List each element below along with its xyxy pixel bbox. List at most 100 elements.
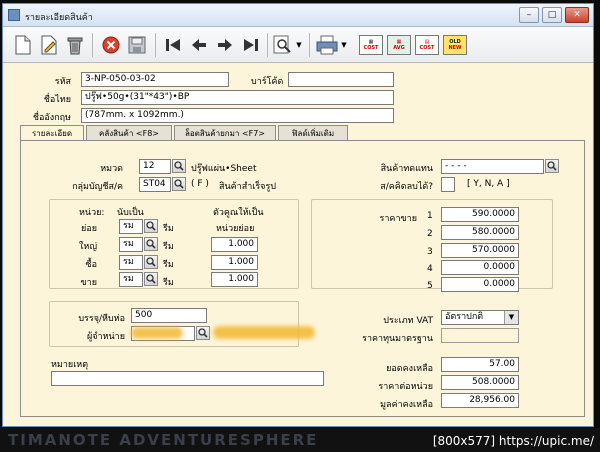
unit-row-search-button[interactable] (144, 255, 158, 269)
tab-warehouse[interactable]: คลังสินค้า <F8> (86, 125, 172, 141)
unit-row-field[interactable]: รม (119, 255, 143, 270)
search-icon (146, 257, 156, 267)
category-name: ปรู๊ฟแผ่น•Sheet (191, 164, 257, 174)
substitute-search-button[interactable] (545, 159, 559, 173)
minimize-button[interactable]: – (519, 7, 539, 23)
unit-row-name: รีม (163, 242, 174, 252)
maximize-button[interactable]: □ (542, 7, 562, 23)
price-index: 4 (427, 264, 433, 274)
unit-cost-field: 508.0000 (441, 375, 519, 390)
last-icon[interactable] (239, 33, 263, 57)
calc-field[interactable] (441, 177, 455, 192)
thai-name-field[interactable]: ปรู๊ฟ•50g•(31"*43")•BP (81, 90, 394, 105)
price-field[interactable]: 590.0000 (441, 207, 519, 222)
calc-hint: [ Y, N, A ] (467, 179, 510, 189)
unit-row-field[interactable]: รม (119, 219, 143, 234)
multiplier-field[interactable]: 1.000 (211, 255, 258, 270)
price-field[interactable]: 570.0000 (441, 243, 519, 258)
eng-name-label: ชื่ออังกฤษ (32, 113, 71, 123)
price-field[interactable]: 580.0000 (441, 225, 519, 240)
standard-price-label: ราคาทุนมาตรฐาน (362, 334, 433, 344)
save-icon[interactable] (125, 33, 149, 57)
unit-row-name: รีม (163, 224, 174, 234)
search-icon (547, 161, 557, 171)
total-value-field: 28,956.00 (441, 393, 519, 408)
search-icon[interactable] (271, 33, 295, 57)
unit-row-search-button[interactable] (144, 219, 158, 233)
unit-row-field[interactable]: รม (119, 272, 143, 287)
account-group-label: กลุ่มบัญชีส/ค (72, 182, 123, 192)
price-index: 1 (427, 211, 433, 221)
price-field[interactable]: 0.0000 (441, 277, 519, 292)
unit-row-search-button[interactable] (144, 272, 158, 286)
tab-extra-fields[interactable]: ฟิลด์เพิ่มเติม (278, 125, 348, 141)
redacted-supplier (131, 327, 183, 339)
search-icon (146, 274, 156, 284)
unit-row-search-button[interactable] (144, 237, 158, 251)
account-group-search-button[interactable] (172, 177, 186, 191)
substitute-label: สินค้าทดแทน (380, 164, 433, 174)
pack-field[interactable]: 500 (131, 308, 207, 323)
image-credit: [800x577] https://upic.me/ (432, 434, 594, 448)
window-title: รายละเอียดสินค้า (25, 13, 93, 23)
barcode-label: บาร์โค้ด (251, 77, 284, 87)
old-new-icon[interactable]: OLD NEW (443, 35, 467, 55)
supplier-label: ผู้จำหน่าย (86, 332, 125, 342)
unit-cost-label: ราคาต่อหน่วย (378, 382, 433, 392)
count-header: นับเป็น (117, 208, 144, 218)
barcode-field[interactable] (288, 72, 394, 87)
account-group-code-field[interactable]: ST04 (139, 177, 171, 192)
unit-row-label: ย่อย (81, 224, 97, 234)
app-icon (8, 9, 20, 21)
multiplier-field[interactable]: 1.000 (211, 237, 258, 252)
print-dropdown-icon[interactable]: ▼ (339, 33, 349, 57)
substitute-field[interactable]: - - - - (441, 159, 544, 174)
supplier-search-button[interactable] (196, 326, 210, 340)
redacted-supplier-name (213, 326, 315, 339)
note-label: หมายเหตุ (51, 360, 89, 370)
eng-name-field[interactable]: (787mm. x 1092mm.) (81, 108, 394, 123)
edit-icon[interactable] (37, 33, 61, 57)
search-dropdown-icon[interactable]: ▼ (294, 33, 304, 57)
unit-row-label: ขาย (80, 278, 97, 288)
footer-band: TIMANOTE ADVENTURESPHERE [800x577] https… (0, 428, 600, 452)
account-group-type: ( F ) (191, 179, 209, 189)
price-index: 5 (427, 281, 433, 291)
note-field[interactable] (51, 371, 324, 386)
unit-row-name: รีม (163, 260, 174, 270)
price-field[interactable]: 0.0000 (441, 260, 519, 275)
first-icon[interactable] (161, 33, 185, 57)
chevron-down-icon: ▼ (504, 311, 518, 324)
new-doc-icon[interactable] (11, 33, 35, 57)
search-icon (146, 239, 156, 249)
cost-report-icon[interactable]: ▦ COST (359, 35, 383, 55)
tab-lot-forward[interactable]: ล็อตสินค้ายกมา <F7> (174, 125, 276, 141)
print-icon[interactable] (315, 33, 339, 57)
category-code-field[interactable]: 12 (139, 159, 171, 174)
category-label: หมวด (100, 164, 123, 174)
next-icon[interactable] (213, 33, 237, 57)
multiplier-field[interactable]: 1.000 (211, 272, 258, 287)
cancel-icon[interactable] (99, 33, 123, 57)
delete-icon[interactable] (63, 33, 87, 57)
product-detail-window: รายละเอียดสินค้า – □ ✕ ▼ ▼ ▦ COST ▦ AVG … (2, 3, 594, 427)
total-value-label: มูลค่าคงเหลือ (380, 400, 433, 410)
category-search-button[interactable] (172, 159, 186, 173)
prev-icon[interactable] (187, 33, 211, 57)
detail-panel: หมวด 12 ปรู๊ฟแผ่น•Sheet กลุ่มบัญชีส/ค ST… (20, 140, 585, 417)
avg-cost-icon[interactable]: ▦ AVG (387, 35, 411, 55)
background-watermark-text: TIMANOTE ADVENTURESPHERE (8, 431, 319, 449)
close-button[interactable]: ✕ (565, 7, 589, 23)
calc-label: ส/คคิดลบได้? (380, 182, 433, 192)
pack-label: บรรจุ/หีบห่อ (78, 314, 125, 324)
sub-unit-header: หน่วยย่อย (216, 224, 255, 234)
search-icon (146, 221, 156, 231)
price-label: ราคาขาย (379, 214, 417, 224)
vat-type-select[interactable]: อัตราปกติ ▼ (441, 310, 519, 325)
search-icon (174, 161, 184, 171)
cost-icon[interactable]: ▤ COST (415, 35, 439, 55)
unit-row-field[interactable]: รม (119, 237, 143, 252)
price-index: 3 (427, 247, 433, 257)
title-bar[interactable]: รายละเอียดสินค้า – □ ✕ (3, 4, 593, 27)
code-field[interactable]: 3-NP-050-03-02 (81, 72, 229, 87)
